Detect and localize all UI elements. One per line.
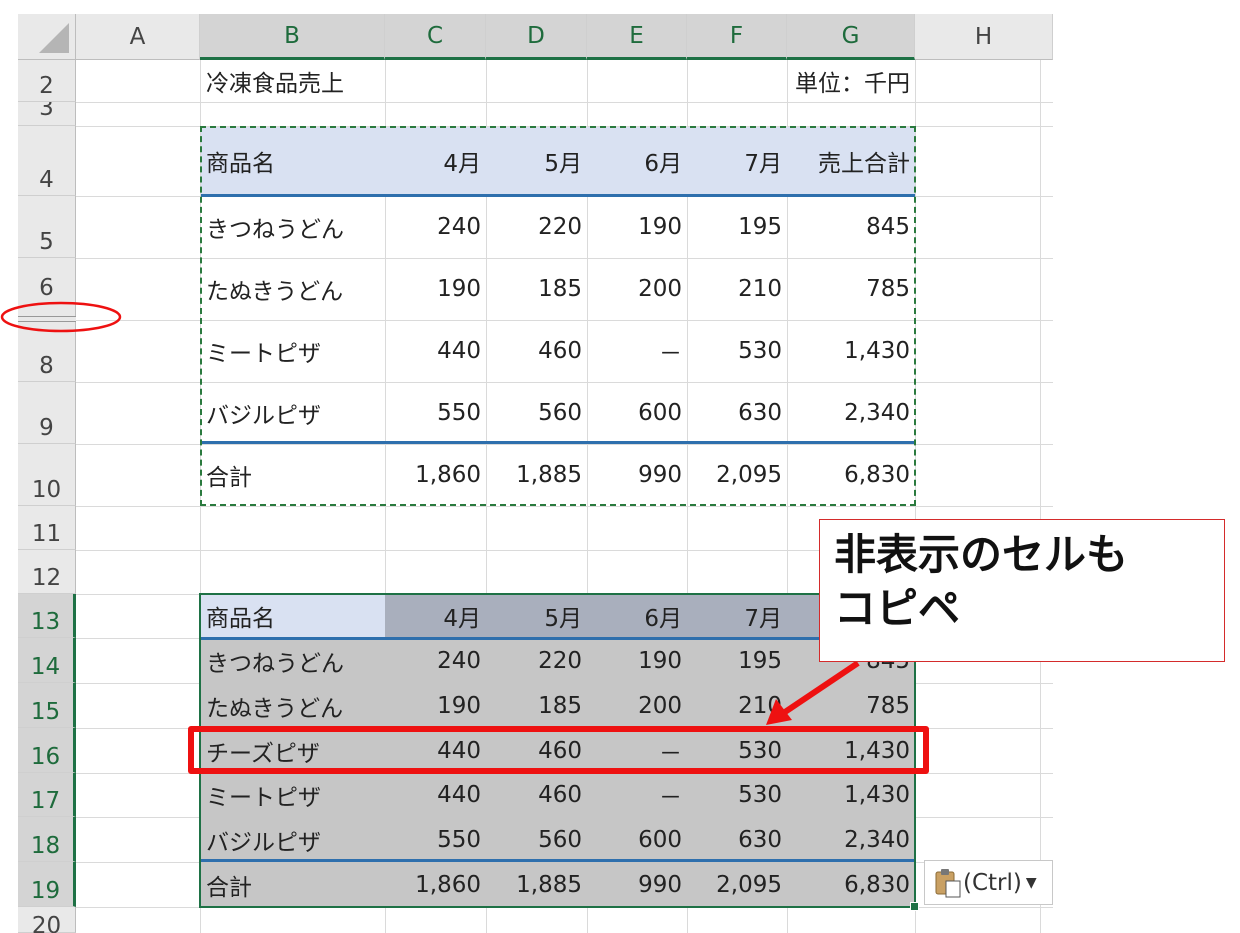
callout-line-2: コピペ <box>834 584 961 633</box>
annotation-layer <box>0 301 860 725</box>
callout-line-1: 非表示のセルも <box>834 530 1129 579</box>
callout-box: 非表示のセルも コピペ <box>819 519 1225 662</box>
hidden-row-highlight <box>0 301 122 333</box>
highlight-box <box>188 726 929 774</box>
arrow-line <box>780 660 860 717</box>
